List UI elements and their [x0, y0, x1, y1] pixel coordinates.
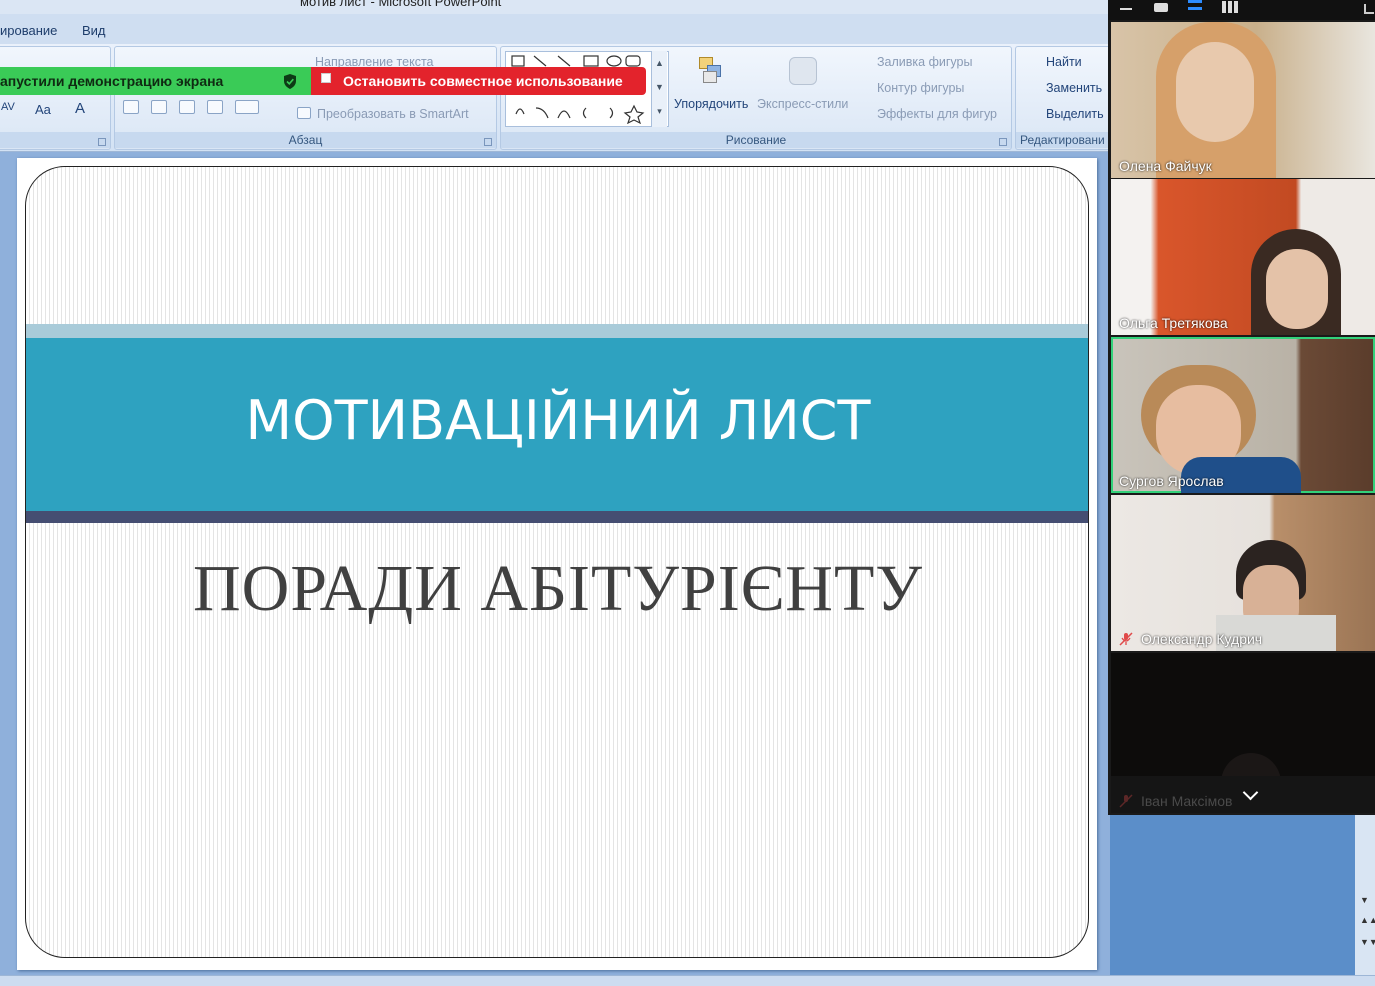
font-color-button[interactable]: A [75, 100, 85, 117]
video-panel-toolbar [1108, 0, 1375, 20]
screen-share-status-text: апустили демонстрацию экрана [0, 73, 224, 89]
minimize-icon[interactable] [1120, 8, 1132, 10]
microphone-muted-icon [1119, 632, 1133, 646]
drawing-dialog-launcher[interactable] [999, 138, 1007, 146]
tab-review[interactable]: ирование [0, 23, 57, 38]
quick-styles-icon [789, 57, 817, 85]
replace-button[interactable]: Заменить [1046, 81, 1102, 95]
previous-slide-icon[interactable]: ▲▲ [1360, 915, 1375, 925]
find-button[interactable]: Найти [1046, 55, 1082, 69]
smartart-icon [297, 107, 311, 119]
window-title: мотив лист - Microsoft PowerPoint [300, 0, 502, 9]
participant-tile[interactable]: Ольга Третякова [1111, 179, 1375, 335]
participant-name: Олена Файчук [1119, 158, 1212, 174]
participant-tile[interactable]: Олександр Кудрич [1111, 495, 1375, 651]
slide-title[interactable]: МОТИВАЦІЙНИЙ ЛИСТ [26, 389, 1088, 452]
paragraph-group-label: Абзац [115, 132, 496, 148]
shape-fill-button[interactable]: Заливка фигуры [877, 55, 972, 69]
participant-face [1176, 42, 1254, 142]
participant-name: Ольга Третякова [1119, 315, 1228, 331]
drawing-group: ▲ ▼ ▾ Упорядочить Экспресс-стили Заливка ф… [500, 46, 1012, 150]
align-right-icon[interactable] [179, 100, 195, 114]
editing-group-label: Редактировани [1016, 132, 1114, 148]
stop-square-icon [321, 73, 331, 83]
char-spacing-button[interactable]: AV [1, 101, 15, 113]
font-dialog-launcher[interactable] [98, 138, 106, 146]
stop-share-label: Остановить совместное использование [343, 73, 623, 89]
participant-face [1266, 249, 1328, 329]
change-case-button[interactable]: Aa [35, 102, 51, 117]
status-bar [0, 975, 1375, 986]
exit-fullscreen-icon[interactable] [1364, 4, 1374, 14]
next-slide-icon[interactable]: ▼▼ [1360, 937, 1375, 947]
thumbnail-view-icon[interactable] [1154, 3, 1168, 12]
paragraph-dialog-launcher[interactable] [484, 138, 492, 146]
participant-tile[interactable]: Олена Файчук [1111, 22, 1375, 178]
slide-subtitle[interactable]: ПОРАДИ АБІТУРІЄНТУ [26, 551, 1088, 627]
select-button[interactable]: Выделить [1046, 107, 1104, 121]
title-band-top [26, 324, 1088, 338]
app-window: мотив лист - Microsoft PowerPoint ирован… [0, 0, 1375, 986]
participant-name: Іван Максімов [1141, 793, 1233, 809]
align-left-icon[interactable] [123, 100, 139, 114]
drawing-group-label: Рисование [501, 132, 1011, 148]
title-band-bottom [26, 511, 1088, 523]
participant-tile-active-speaker[interactable]: Сургов Ярослав [1111, 337, 1375, 493]
font-group: AV Aa A [0, 46, 111, 150]
align-center-icon[interactable] [151, 100, 167, 114]
ribbon-tabs: ирование Вид [0, 14, 1110, 46]
font-group-label [0, 132, 110, 148]
shield-icon [284, 74, 296, 89]
convert-smartart-button[interactable]: Преобразовать в SmartArt [317, 107, 469, 121]
quick-styles-button[interactable]: Экспресс-стили [757, 97, 848, 111]
participant-name: Олександр Кудрич [1141, 631, 1263, 647]
arrange-button[interactable]: Упорядочить [674, 97, 748, 111]
participant-tile[interactable]: Іван Максімов [1111, 653, 1375, 813]
gallery-scroll[interactable]: ▲ ▼ ▾ [651, 51, 667, 127]
editing-group: Найти Заменить Выделить Редактировани [1015, 46, 1115, 150]
paragraph-group: Направление текста Преобразовать в Smart… [114, 46, 497, 150]
slide-canvas[interactable]: МОТИВАЦІЙНИЙ ЛИСТ ПОРАДИ АБІТУРІЄНТУ [17, 158, 1097, 970]
slide-pane: МОТИВАЦІЙНИЙ ЛИСТ ПОРАДИ АБІТУРІЄНТУ [0, 152, 1110, 986]
screen-share-status: апустили демонстрацию экрана [0, 67, 311, 95]
shape-outline-button[interactable]: Контур фигуры [877, 81, 964, 95]
ribbon: AV Aa A Направление текста Преобразовать… [0, 44, 1115, 152]
arrange-icon [697, 55, 727, 85]
tab-view[interactable]: Вид [82, 23, 106, 38]
columns-icon[interactable] [235, 100, 259, 114]
slide-frame: МОТИВАЦІЙНИЙ ЛИСТ ПОРАДИ АБІТУРІЄНТУ [25, 166, 1089, 958]
microphone-muted-icon [1119, 794, 1133, 808]
stop-share-button[interactable]: Остановить совместное использование [311, 67, 646, 95]
vertical-scrollbar[interactable]: ▼ ▲▲ ▼▼ [1355, 815, 1375, 975]
speaker-view-icon[interactable] [1188, 0, 1202, 10]
justify-icon[interactable] [207, 100, 223, 114]
participant-name: Сургов Ярослав [1119, 473, 1224, 489]
gallery-view-icon[interactable] [1222, 1, 1238, 13]
video-panel: Олена Файчук Ольга Третякова Сургов Ярос… [1108, 0, 1375, 815]
shape-effects-button[interactable]: Эффекты для фигур [877, 107, 997, 121]
scroll-down-icon[interactable]: ▼ [1360, 895, 1369, 905]
